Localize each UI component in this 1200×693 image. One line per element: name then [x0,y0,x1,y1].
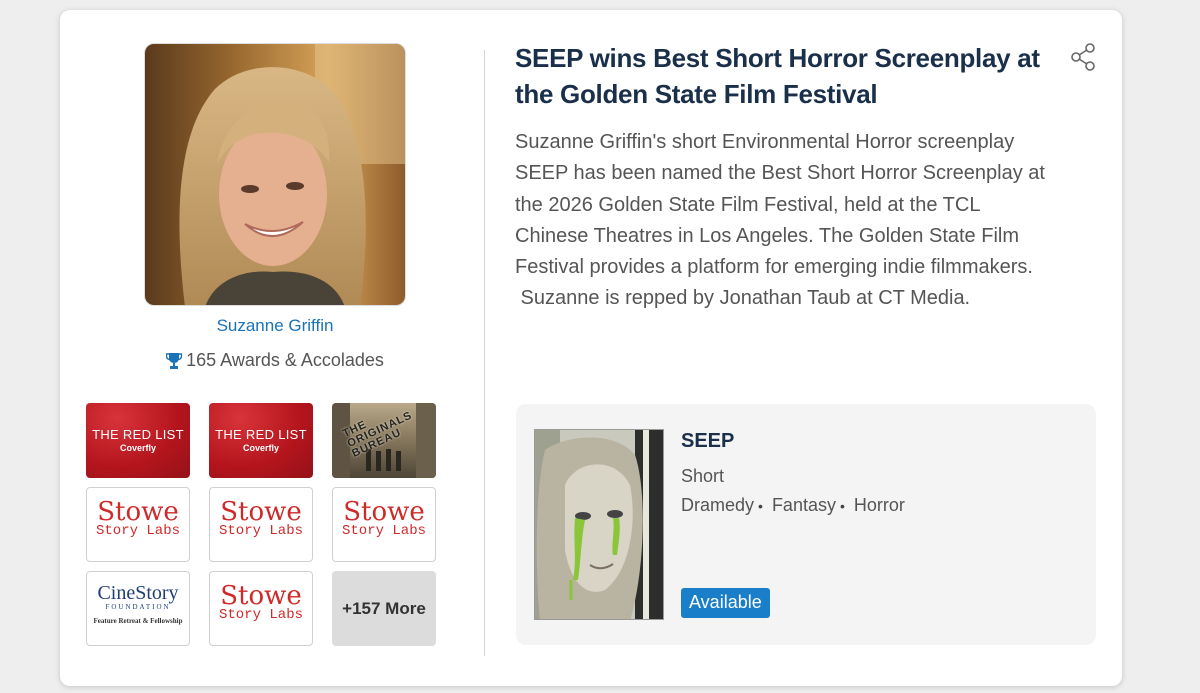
trophy-icon [166,352,183,369]
badge-stowe-story-labs[interactable]: Stowe Story Labs [86,487,190,562]
author-photo[interactable] [144,43,406,306]
badge-cinestory[interactable]: CineStory FOUNDATION Feature Retreat & F… [86,571,190,646]
article-headline[interactable]: SEEP wins Best Short Horror Screenplay a… [515,40,1065,112]
genre-separator: • [758,497,763,514]
body-line: SEEP has been named the Best Short Horro… [515,162,1045,185]
body-line: Suzanne is repped by Jonathan Taub at CT… [515,287,971,310]
share-icon[interactable] [1068,42,1098,72]
badge-title: Stowe [343,497,425,527]
badge-title: CineStory [97,582,179,604]
badge-tagline: Feature Retreat & Fellowship [93,617,183,625]
badge-subtitle: FOUNDATION [105,603,171,611]
project-poster[interactable] [534,429,664,620]
column-divider [484,50,485,656]
badge-stowe-story-labs[interactable]: Stowe Story Labs [209,571,313,646]
more-awards-label: +157 More [342,598,426,618]
badge-title: Stowe [220,497,302,527]
badge-subtitle: Coverfly [242,443,279,453]
headline-line: SEEP wins Best Short Horror Screenplay a… [515,43,1040,73]
badge-stowe-story-labs[interactable]: Stowe Story Labs [332,487,436,562]
headline-line: the Golden State Film Festival [515,79,878,109]
badge-originals-bureau[interactable]: THE ORIGINALS BUREAU [332,403,436,478]
genre-separator: • [839,497,845,514]
body-line: Festival provides a platform for emergin… [515,256,1033,279]
genre-tag: Horror [853,495,905,515]
project-title-link[interactable]: SEEP [681,430,734,453]
project-card[interactable]: SEEP Short Dramedy • Fantasy • Horror Av… [516,404,1096,645]
badge-title: Stowe [97,497,179,527]
body-line: Chinese Theatres in Los Angeles. The Gol… [515,224,1019,247]
genre-tag: Dramedy [681,495,755,515]
project-type: Short [681,466,725,486]
badge-red-list[interactable]: THE RED LIST Coverfly [209,403,313,478]
article-body: Suzanne Griffin's short Environmental Ho… [515,127,1105,315]
badge-title: Stowe [220,581,302,611]
badge-title: THE RED LIST [215,427,307,442]
badge-title: THE RED LIST [92,427,184,442]
news-card: Suzanne Griffin 165 Awards & Accolades T… [60,10,1122,686]
badge-red-list[interactable]: THE RED LIST Coverfly [86,403,190,478]
author-name-link[interactable]: Suzanne Griffin [145,316,405,336]
body-line: the 2026 Golden State Film Festival, hel… [515,193,981,216]
awards-count[interactable]: 165 Awards & Accolades [130,350,420,371]
body-line: Suzanne Griffin's short Environmental Ho… [515,131,1015,153]
badge-stowe-story-labs[interactable]: Stowe Story Labs [209,487,313,562]
badge-subtitle: Story Labs [218,523,303,539]
awards-label: 165 Awards & Accolades [186,350,384,370]
badge-subtitle: Coverfly [119,443,156,453]
badge-subtitle: Story Labs [218,607,303,623]
project-genres: Dramedy • Fantasy • Horror [681,495,905,516]
badge-subtitle: Story Labs [95,523,180,539]
more-awards-button[interactable]: +157 More [332,571,436,646]
genre-tag: Fantasy [771,495,836,515]
status-badge: Available [681,588,770,618]
badge-subtitle: Story Labs [341,523,426,539]
